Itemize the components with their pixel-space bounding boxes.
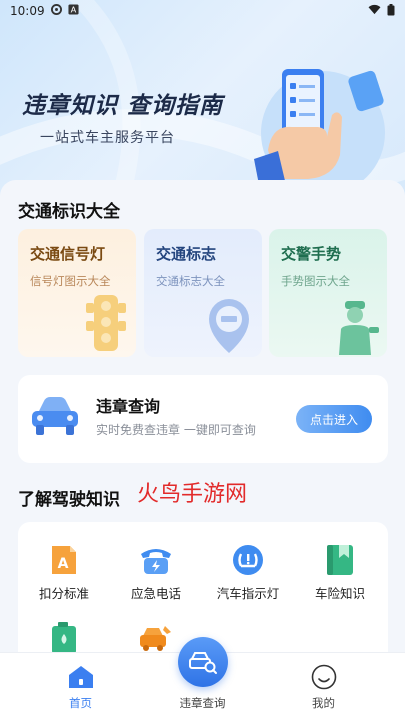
- svg-text:A: A: [70, 5, 76, 15]
- bookmark-book-icon: [327, 545, 353, 575]
- home-icon: [68, 666, 93, 688]
- police-gesture-card-subtitle: 手势图示大全: [281, 274, 350, 288]
- tool-car-indicator-lights[interactable]: 汽车指示灯: [202, 544, 294, 602]
- status-time: 10:09: [10, 4, 45, 18]
- telephone-icon: [141, 549, 171, 574]
- document-a-icon: A: [52, 546, 76, 574]
- driving-knowledge-title: 了解驾驶知识: [18, 490, 120, 510]
- settings-gear-icon: [50, 4, 62, 18]
- violation-query-card[interactable]: 违章查询 实时免费查违章 一键即可查询 点击进入: [18, 375, 388, 463]
- enter-button[interactable]: 点击进入: [296, 405, 372, 433]
- tab-home[interactable]: 首页: [13, 653, 148, 720]
- police-gesture-card-title: 交警手势: [281, 245, 342, 263]
- tool-emergency-phone[interactable]: 应急电话: [110, 544, 202, 602]
- traffic-sign-card-subtitle: 交通标志大全: [156, 274, 225, 288]
- tab-me-label: 我的: [312, 696, 335, 710]
- tool-label: 车险知识: [314, 586, 365, 601]
- app-a-icon: A: [68, 4, 79, 18]
- tire-pressure-icon: [233, 545, 263, 575]
- violation-query-title: 违章查询: [96, 397, 161, 416]
- tab-me[interactable]: 我的: [256, 653, 391, 720]
- car-search-icon: [189, 652, 217, 674]
- tool-deduction-standard[interactable]: A 扣分标准: [18, 544, 110, 602]
- traffic-sign-card-title: 交通标志: [156, 245, 217, 263]
- car-icon: [32, 397, 78, 435]
- tool-car-insurance[interactable]: 车险知识: [294, 544, 386, 602]
- watermark-text: 火鸟手游网: [137, 482, 248, 507]
- smiley-icon: [311, 664, 336, 690]
- svg-text:A: A: [58, 556, 69, 572]
- hero-subtitle: 一站式车主服务平台: [40, 130, 175, 146]
- traffic-signs-title: 交通标识大全: [18, 202, 120, 222]
- police-gesture-card[interactable]: 交警手势 手势图示大全: [269, 229, 387, 357]
- hero-title: 违章知识 查询指南: [22, 93, 224, 119]
- map-pin-sign-icon: [209, 299, 249, 353]
- tab-home-label: 首页: [69, 696, 92, 710]
- traffic-light-card[interactable]: 交通信号灯 信号灯图示大全: [18, 229, 136, 357]
- tool-label: 扣分标准: [38, 586, 89, 601]
- tool-label: 汽车指示灯: [216, 586, 280, 601]
- status-bar: 10:09 A: [0, 0, 405, 22]
- battery-icon: [387, 3, 395, 19]
- violation-query-subtitle: 实时免费查违章 一键即可查询: [96, 423, 256, 437]
- tool-label: 应急电话: [130, 586, 181, 601]
- hand-phone-illustration: [254, 69, 385, 190]
- traffic-police-icon: [339, 301, 379, 355]
- fuel-can-icon: [52, 622, 76, 654]
- car-repair-icon: [140, 626, 171, 651]
- traffic-light-card-title: 交通信号灯: [30, 245, 106, 263]
- content-sheet: 交通标识大全 交通信号灯 信号灯图示大全 交通标志 交通标志大全 交警手势 手势…: [0, 180, 405, 660]
- car-search-fab[interactable]: [178, 637, 228, 687]
- traffic-sign-card[interactable]: 交通标志 交通标志大全: [144, 229, 262, 357]
- tab-violation-query-label: 违章查询: [179, 696, 226, 710]
- hero-banner: 违章知识 查询指南 一站式车主服务平台: [0, 0, 405, 200]
- traffic-light-icon: [86, 295, 126, 351]
- wifi-icon: [368, 4, 381, 18]
- traffic-light-card-subtitle: 信号灯图示大全: [30, 274, 111, 288]
